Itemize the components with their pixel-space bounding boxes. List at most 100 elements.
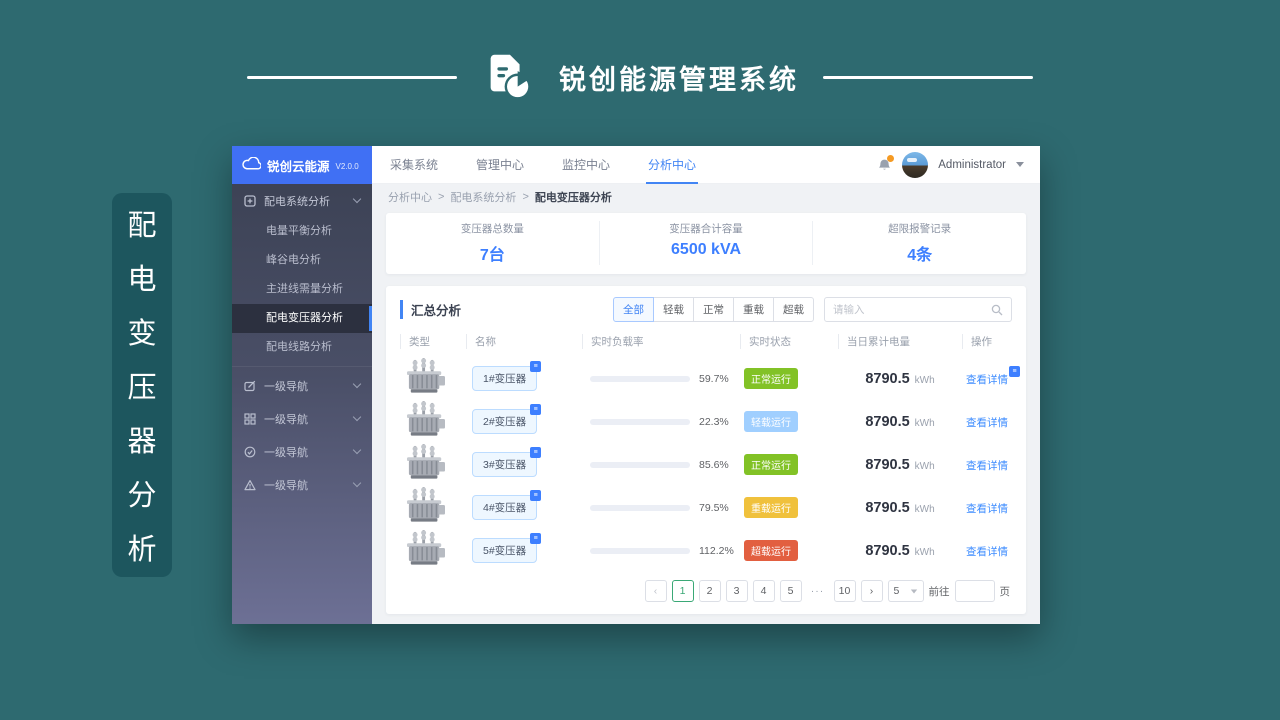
energy-value: 8790.5 — [865, 370, 910, 387]
page-size-select[interactable]: 5 — [887, 580, 924, 602]
label-char: 析 — [127, 534, 157, 566]
edit-icon — [244, 380, 256, 391]
energy-value: 8790.5 — [865, 413, 910, 430]
breadcrumb-item[interactable]: 配电系统分析 — [450, 189, 516, 205]
page-button-3[interactable]: 3 — [725, 580, 748, 602]
top-navigation: 采集系统 管理中心 监控中心 分析中心 — [388, 145, 699, 184]
sidebar-item-main-line-demand[interactable]: 主进线需量分析 — [232, 275, 372, 304]
transformer-table: 类型 名称 实时负载率 实时状态 当日累计电量 操作 1#变压器 ≡ 59.7% … — [400, 334, 1020, 572]
load-bar — [590, 375, 690, 382]
vertical-page-label: 配 电 变 压 器 分 析 — [112, 193, 172, 577]
grid-icon — [244, 412, 256, 425]
transformer-image — [404, 400, 448, 438]
load-percent: 22.3% — [699, 415, 729, 428]
select-chevron-icon — [910, 589, 917, 593]
page-button-5[interactable]: 5 — [779, 580, 802, 602]
load-bar — [590, 461, 690, 468]
transformer-name: 2#变压器 — [483, 416, 527, 428]
tab-monitoring-center[interactable]: 监控中心 — [560, 145, 612, 184]
view-details-link[interactable]: 查看详情 — [966, 503, 1008, 515]
app-window: 锐创云能源 V2.0.0 配电系统分析 电量平衡分析 峰谷电分析 主进线需量分析… — [232, 146, 1040, 624]
transformer-name-button[interactable]: 2#变压器 ≡ — [472, 404, 542, 434]
section-title: 汇总分析 — [400, 300, 461, 319]
stats-card: 变压器总数量 7台 变压器合计容量 6500 kVA 超限报警记录 4条 — [386, 213, 1026, 274]
user-menu-chevron-icon[interactable] — [1016, 162, 1024, 167]
breadcrumb-item[interactable]: 分析中心 — [388, 189, 432, 205]
sidebar-item-energy-balance[interactable]: 电量平衡分析 — [232, 217, 372, 246]
transformer-image — [404, 443, 448, 481]
chevron-down-icon — [352, 445, 362, 455]
col-header-ops: 操作 — [962, 334, 1012, 349]
view-details-link[interactable]: 查看详情 ≡ — [966, 365, 1020, 386]
transformer-name: 5#变压器 — [483, 545, 527, 557]
view-details-link[interactable]: 查看详情 — [966, 417, 1008, 429]
filter-all-button[interactable]: 全部 — [613, 297, 654, 322]
search-box — [824, 297, 1012, 322]
page-button-4[interactable]: 4 — [752, 580, 775, 602]
load-percent: 85.6% — [699, 458, 729, 471]
notification-bell-icon[interactable] — [877, 154, 895, 173]
filter-light-load-button[interactable]: 轻载 — [653, 297, 694, 322]
sidebar-item-transformer-analysis[interactable]: 配电变压器分析 — [232, 304, 372, 333]
transformer-name-button[interactable]: 1#变压器 ≡ — [472, 361, 542, 391]
search-input[interactable] — [833, 303, 991, 316]
prev-page-button[interactable]: ‹ — [644, 580, 667, 602]
label-char: 压 — [127, 372, 157, 404]
sidebar-item-line-analysis[interactable]: 配电线路分析 — [232, 333, 372, 362]
sidebar-item-distribution-system-analysis[interactable]: 配电系统分析 — [232, 184, 372, 217]
tab-analysis-center[interactable]: 分析中心 — [646, 145, 699, 184]
view-details-link[interactable]: 查看详情 — [966, 460, 1008, 472]
filter-overload-button[interactable]: 超载 — [773, 297, 814, 322]
page-button-10[interactable]: 10 — [833, 580, 856, 602]
search-icon — [991, 304, 1003, 315]
table-header: 类型 名称 实时负载率 实时状态 当日累计电量 操作 — [400, 334, 1012, 357]
breadcrumb-separator: > — [522, 190, 529, 203]
pill-badge-icon: ≡ — [530, 490, 542, 501]
pill-badge-icon: ≡ — [530, 404, 542, 415]
status-badge: 重载运行 — [744, 497, 798, 518]
sidebar-item-nav-3[interactable]: 一级导航 — [232, 435, 372, 468]
tab-management-center[interactable]: 管理中心 — [474, 145, 526, 184]
view-details-link[interactable]: 查看详情 — [966, 546, 1008, 558]
sidebar-item-nav-4[interactable]: 一级导航 — [232, 468, 372, 501]
avatar[interactable] — [902, 151, 929, 178]
transformer-name-button[interactable]: 4#变压器 ≡ — [472, 490, 542, 520]
filter-bar: 全部 轻载 正常 重载 超载 — [613, 297, 1012, 322]
load-bar — [590, 504, 690, 511]
main-area: 采集系统 管理中心 监控中心 分析中心 Administrator 分析中心 >… — [372, 146, 1040, 624]
page-button-2[interactable]: 2 — [698, 580, 721, 602]
next-page-button[interactable]: › — [860, 580, 883, 602]
chevron-down-icon — [352, 379, 362, 389]
pill-badge-icon: ≡ — [530, 361, 542, 372]
notification-badge — [887, 154, 895, 162]
sidebar-item-label: 配电系统分析 — [264, 195, 330, 208]
sidebar-item-nav-2[interactable]: 一级导航 — [232, 402, 372, 435]
sidebar-item-nav-1[interactable]: 一级导航 — [232, 369, 372, 402]
transformer-image — [404, 357, 448, 395]
squares-plus-icon — [244, 194, 256, 207]
pagination: ‹ 1 2 3 4 5 ··· 10 › 5 前往 页 — [400, 572, 1012, 606]
banner-line-left — [247, 75, 457, 79]
status-badge: 正常运行 — [744, 454, 798, 475]
stat-transformer-count: 变压器总数量 7台 — [386, 221, 599, 265]
goto-page-input[interactable] — [954, 580, 995, 602]
energy-value: 8790.5 — [865, 542, 910, 559]
sidebar: 锐创云能源 V2.0.0 配电系统分析 电量平衡分析 峰谷电分析 主进线需量分析… — [232, 146, 372, 624]
stat-total-capacity: 变压器合计容量 6500 kVA — [598, 221, 813, 265]
filter-heavy-load-button[interactable]: 重载 — [733, 297, 774, 322]
chevron-down-icon — [352, 478, 362, 488]
sidebar-item-peak-valley[interactable]: 峰谷电分析 — [232, 246, 372, 275]
filter-normal-button[interactable]: 正常 — [693, 297, 734, 322]
stat-label: 超限报警记录 — [888, 223, 952, 235]
page-button-1[interactable]: 1 — [671, 580, 694, 602]
document-pie-icon — [481, 48, 535, 107]
transformer-name-button[interactable]: 3#变压器 ≡ — [472, 447, 542, 477]
table-row: 4#变压器 ≡ 79.5% 重载运行 8790.5 kWh 查看详情 — [400, 486, 1012, 529]
tab-collection-system[interactable]: 采集系统 — [388, 145, 440, 184]
transformer-name-button[interactable]: 5#变压器 ≡ — [472, 533, 542, 563]
energy-unit: kWh — [914, 503, 935, 515]
chevron-down-icon — [352, 412, 362, 422]
transformer-name: 3#变压器 — [483, 459, 527, 471]
stat-alarm-records: 超限报警记录 4条 — [812, 221, 1026, 265]
chevron-down-icon — [352, 194, 362, 204]
